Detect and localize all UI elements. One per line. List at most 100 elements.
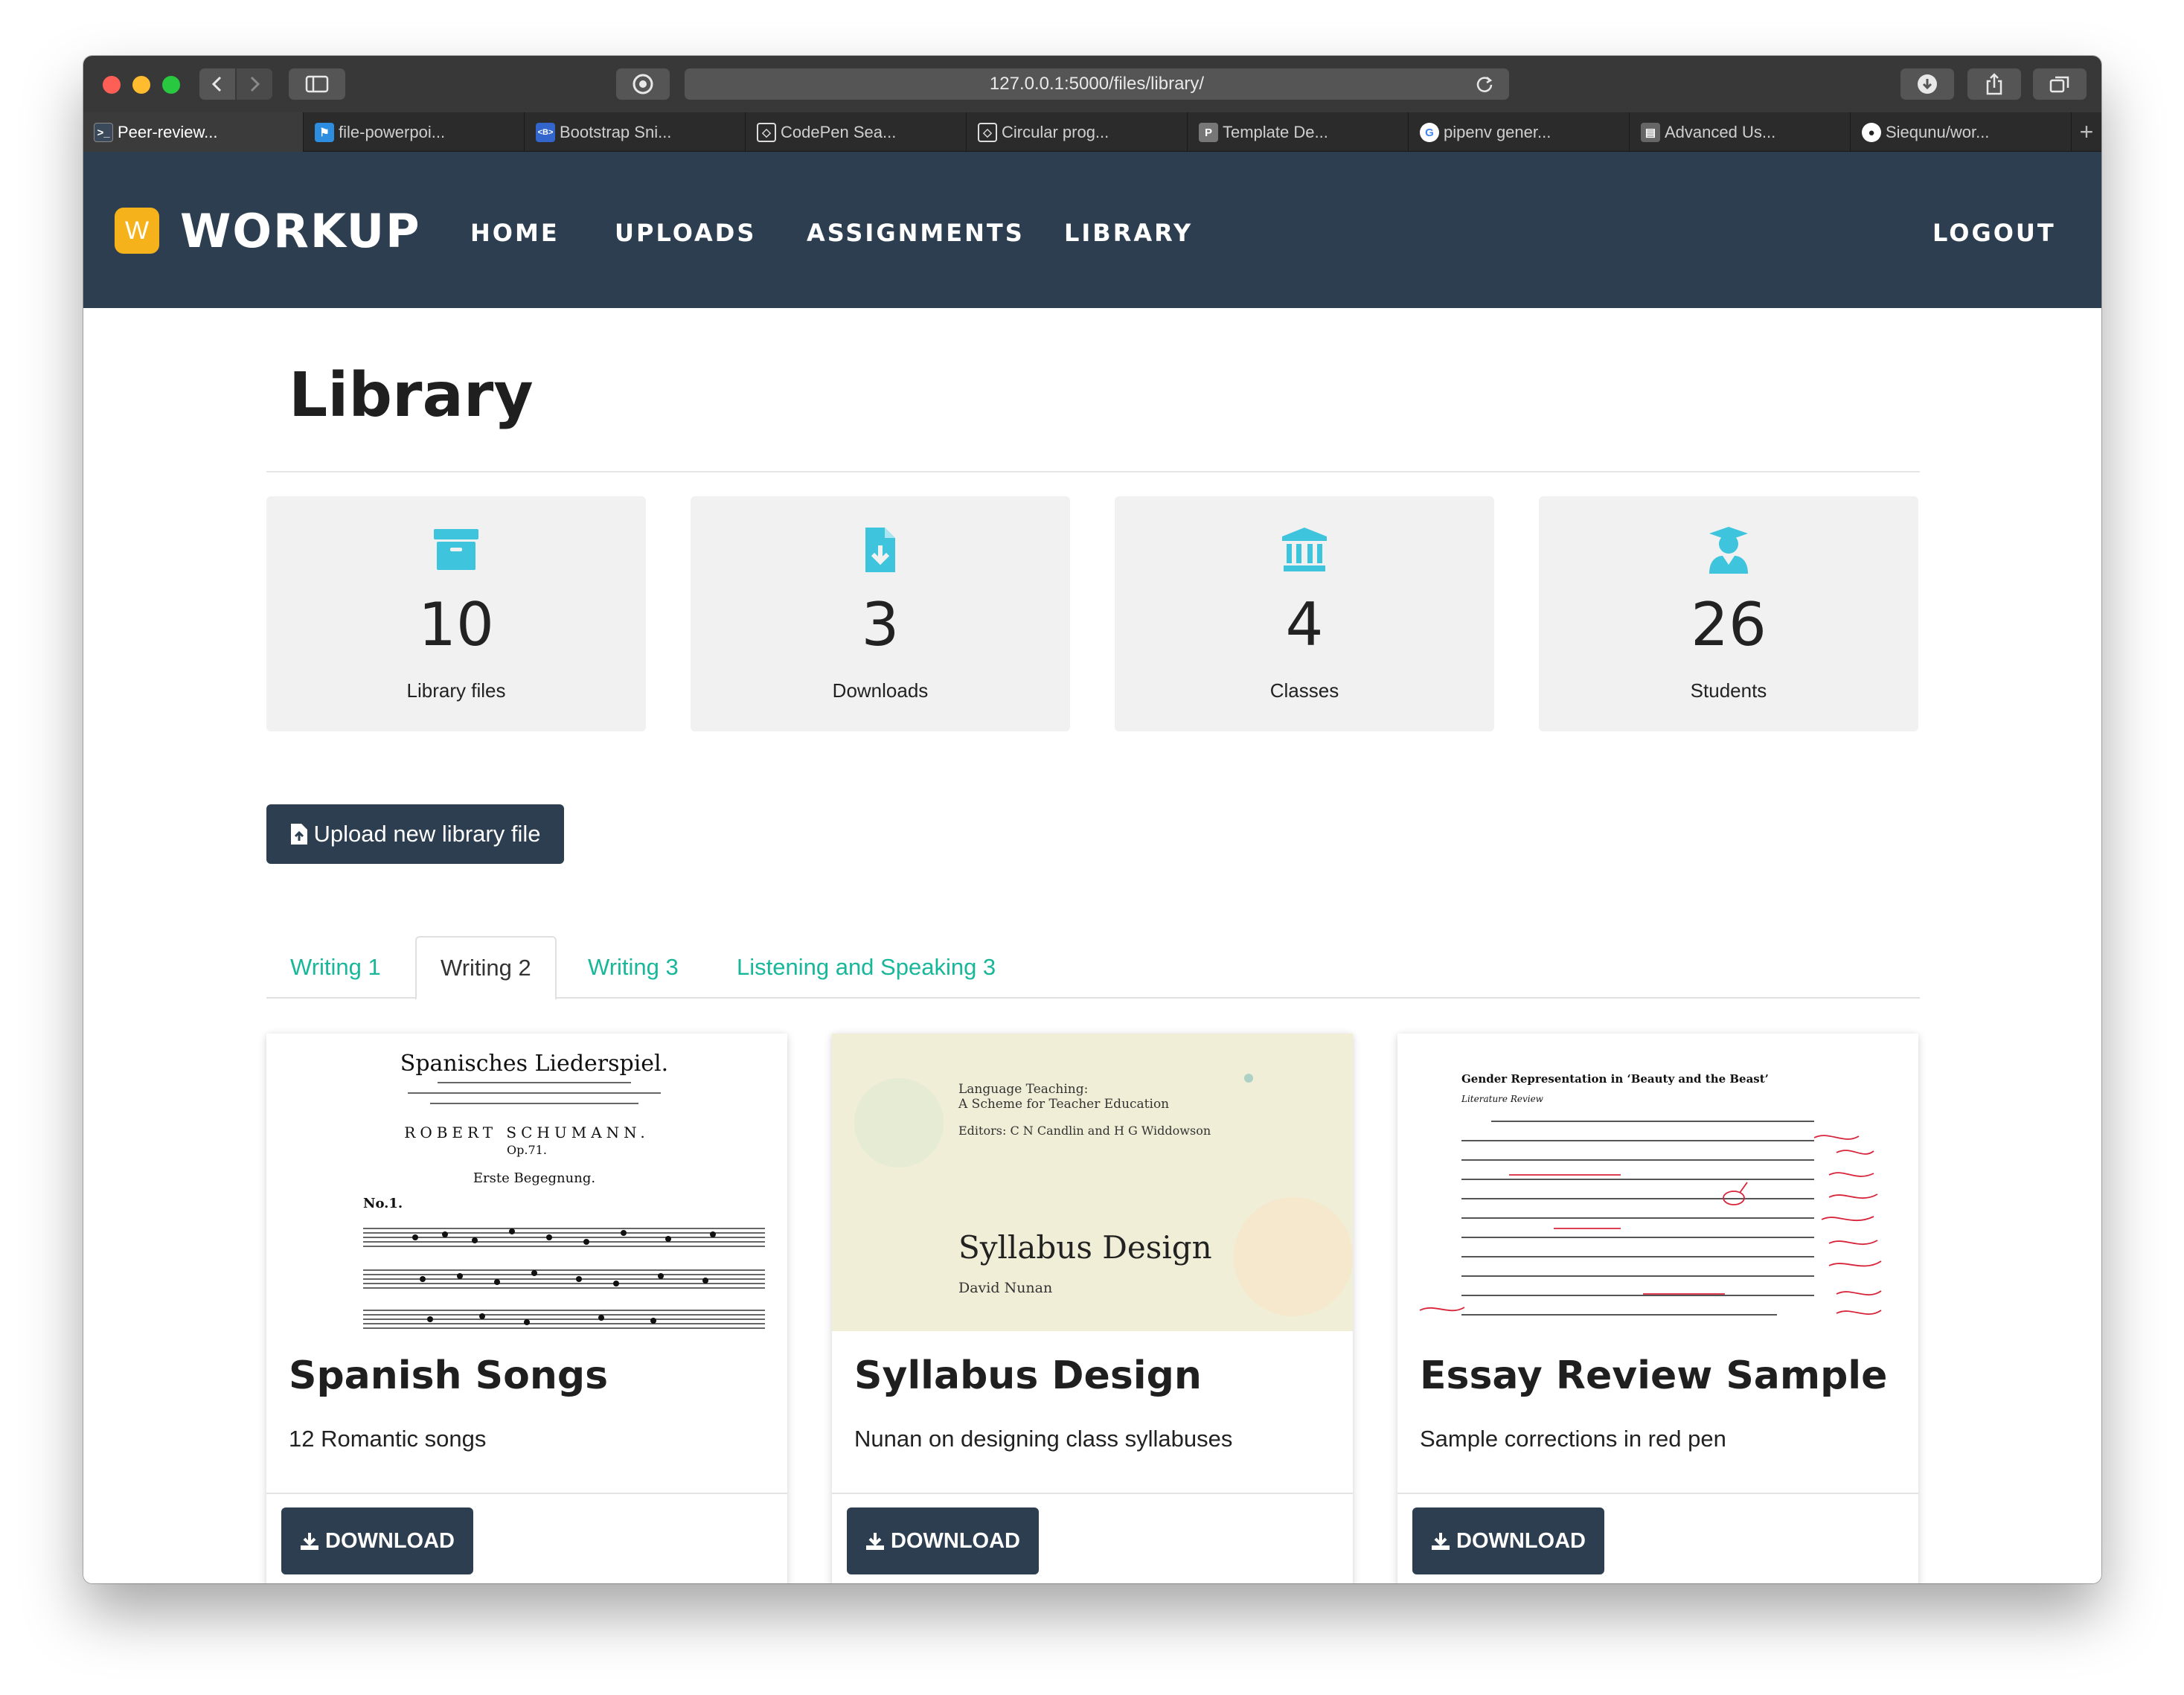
tab-writing-1[interactable]: Writing 1 [266,936,405,999]
browser-tab-label: file-powerpoi... [339,122,446,141]
stat-card-library-files: 10 Library files [266,496,646,731]
thumb-number: No.1. [363,1196,403,1211]
user-graduate-icon [1709,527,1748,574]
stat-value: 26 [1691,590,1767,659]
address-bar[interactable]: 127.0.0.1:5000/files/library/ [685,68,1509,100]
forward-button[interactable] [237,68,272,100]
reload-icon[interactable] [1473,73,1496,95]
stat-value: 4 [1285,590,1324,659]
upload-library-file-button[interactable]: Upload new library file [266,804,564,864]
browser-tab[interactable]: G pipenv gener... [1409,112,1630,152]
browser-tab-label: Template De... [1223,122,1328,141]
thumb-heading: Spanisches Liederspiel. [400,1051,668,1077]
thumb-author: David Nunan [958,1280,1052,1296]
divider [1397,1493,1918,1494]
download-button-label: DOWNLOAD [891,1528,1020,1553]
download-icon [866,1533,884,1550]
card-title: Essay Review Sample [1420,1353,1888,1398]
nav-link-assignments[interactable]: ASSIGNMENTS [807,219,1025,247]
university-icon [1282,528,1327,571]
download-button[interactable]: DOWNLOAD [281,1507,473,1574]
bootstrap-icon: <B> [536,123,555,142]
browser-tab[interactable]: ◇ CodePen Sea... [746,112,967,152]
stat-card-downloads: 3 Downloads [691,496,1070,731]
minimize-window-button[interactable] [132,76,150,94]
download-button[interactable]: DOWNLOAD [847,1507,1039,1574]
tab-listening-and-speaking-3[interactable]: Listening and Speaking 3 [713,936,1019,999]
new-tab-button[interactable]: + [2072,112,2101,152]
browser-tab-bar: >_ Peer-review... ⚑ file-powerpoi... <B>… [83,112,2101,152]
thumb-heading: Gender Representation in ‘Beauty and the… [1461,1072,1769,1086]
class-tabs: Writing 1 Writing 2 Writing 3 Listening … [266,936,1920,1000]
back-button[interactable] [199,68,235,100]
thumb-series-2: A Scheme for Teacher Education [958,1097,1169,1112]
stat-label: Downloads [832,679,929,702]
browser-tab-label: Siequnu/wor... [1886,122,1990,141]
browser-tab[interactable]: >_ Peer-review... [83,112,304,152]
browser-tab[interactable]: <B> Bootstrap Sni... [525,112,746,152]
browser-tab[interactable]: P Template De... [1188,112,1409,152]
chevron-right-icon [250,76,260,92]
download-button-label: DOWNLOAD [1456,1528,1586,1553]
google-icon: G [1420,123,1439,142]
brand-name[interactable]: WORKUP [180,204,421,258]
nav-link-uploads[interactable]: UPLOADS [615,219,756,247]
browser-tab-label: Peer-review... [118,122,218,141]
divider [832,1493,1353,1494]
browser-tab[interactable]: ◇ Circular prog... [967,112,1188,152]
nav-link-home[interactable]: HOME [470,219,560,247]
file-upload-icon [290,824,307,845]
terminal-icon: >_ [94,123,113,142]
download-circle-icon [1918,74,1937,94]
nav-link-logout[interactable]: LOGOUT [1932,219,2056,247]
browser-tab[interactable]: ⚑ file-powerpoi... [304,112,525,152]
stat-label: Library files [406,679,506,702]
card-title: Syllabus Design [854,1353,1202,1398]
stat-label: Students [1690,679,1767,702]
tab-writing-3[interactable]: Writing 3 [564,936,702,999]
share-button[interactable] [1967,68,2021,100]
browser-tab-label: Circular prog... [1002,122,1109,141]
downloads-button[interactable] [1900,68,1954,100]
download-button[interactable]: DOWNLOAD [1412,1507,1604,1574]
book-cover-thumbnail: Language Teaching: A Scheme for Teacher … [832,1034,1353,1331]
card-description: Nunan on designing class syllabuses [854,1426,1233,1452]
browser-tab[interactable]: ▤ Advanced Us... [1630,112,1851,152]
app-navbar: W WORKUP HOME UPLOADS ASSIGNMENTS LIBRAR… [83,152,2101,308]
thumb-composer: ROBERT SCHUMANN. [404,1124,649,1141]
privacy-report-button[interactable] [616,68,670,100]
essay-thumbnail: Gender Representation in ‘Beauty and the… [1397,1034,1918,1331]
file-download-icon [865,528,895,572]
browser-tab[interactable]: ● Siequnu/wor... [1851,112,2072,152]
divider [266,471,1920,472]
codepen-icon: ◇ [757,123,776,142]
zoom-window-button[interactable] [162,76,180,94]
sidebar-toggle-button[interactable] [289,68,345,100]
stat-card-students: 26 Students [1539,496,1918,731]
page-title: Library [289,360,534,431]
doc-icon: ▤ [1641,123,1660,142]
shield-icon [633,74,653,94]
download-icon [1432,1533,1450,1550]
library-card: Spanisches Liederspiel. ROBERT SCHUMANN.… [266,1034,787,1583]
thumb-book-title: Syllabus Design [958,1229,1212,1266]
browser-tab-label: CodePen Sea... [781,122,897,141]
stat-label: Classes [1269,679,1339,702]
chevron-left-icon [211,76,222,92]
github-icon: ● [1862,123,1881,142]
tab-writing-2[interactable]: Writing 2 [415,936,557,1000]
page-content: Library 10 Library files 3 Downloads 4 C… [83,308,2101,1583]
nav-link-library[interactable]: LIBRARY [1064,219,1193,247]
library-card: Gender Representation in ‘Beauty and the… [1397,1034,1918,1583]
thumb-opus: Op.71. [507,1143,547,1157]
stat-value: 3 [861,590,900,659]
share-icon [1986,73,2002,95]
browser-window: 127.0.0.1:5000/files/library/ >_ Peer-re… [83,56,2101,1583]
codepen-icon: ◇ [978,123,997,142]
url-text: 127.0.0.1:5000/files/library/ [989,74,1205,94]
tab-overview-button[interactable] [2033,68,2087,100]
download-icon [301,1533,318,1550]
thumb-subtitle: Literature Review [1461,1094,1544,1104]
close-window-button[interactable] [103,76,121,94]
logo-icon[interactable]: W [115,208,159,254]
